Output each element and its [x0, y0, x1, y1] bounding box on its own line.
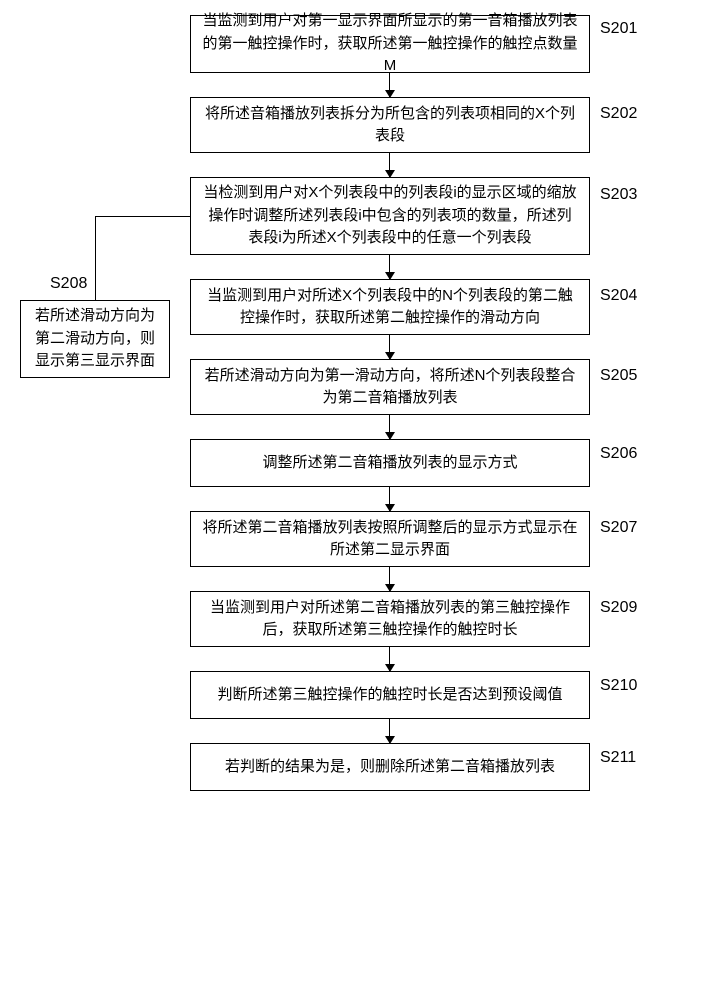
- step-label-s211: S211: [600, 749, 636, 767]
- step-label-s201: S201: [600, 20, 637, 38]
- step-s209: 当监测到用户对所述第二音箱播放列表的第三触控操作后，获取所述第三触控操作的触控时…: [190, 591, 590, 647]
- step-s206: 调整所述第二音箱播放列表的显示方式: [190, 439, 590, 487]
- arrow: [389, 487, 390, 511]
- step-s208: 若所述滑动方向为第二滑动方向，则显示第三显示界面: [20, 300, 170, 378]
- arrow: [389, 647, 390, 671]
- step-label-s205: S205: [600, 367, 637, 385]
- step-label-s206: S206: [600, 445, 637, 463]
- arrow: [389, 153, 390, 177]
- arrow: [389, 567, 390, 591]
- connector: [95, 216, 190, 217]
- arrow: [389, 335, 390, 359]
- step-s207: 将所述第二音箱播放列表按照所调整后的显示方式显示在所述第二显示界面: [190, 511, 590, 567]
- step-text: 若所述滑动方向为第一滑动方向，将所述N个列表段整合为第二音箱播放列表: [201, 365, 579, 410]
- flowchart-container: 当监测到用户对第一显示界面所显示的第一音箱播放列表的第一触控操作时，获取所述第一…: [0, 0, 716, 1000]
- arrow: [389, 415, 390, 439]
- arrow: [389, 719, 390, 743]
- step-text: 当检测到用户对X个列表段中的列表段i的显示区域的缩放操作时调整所述列表段i中包含…: [201, 182, 579, 250]
- step-label-s209: S209: [600, 599, 637, 617]
- step-s204: 当监测到用户对所述X个列表段中的N个列表段的第二触控操作时，获取所述第二触控操作…: [190, 279, 590, 335]
- step-s205: 若所述滑动方向为第一滑动方向，将所述N个列表段整合为第二音箱播放列表: [190, 359, 590, 415]
- step-text: 若所述滑动方向为第二滑动方向，则显示第三显示界面: [31, 305, 159, 373]
- step-label-s202: S202: [600, 105, 637, 123]
- step-s211: 若判断的结果为是，则删除所述第二音箱播放列表: [190, 743, 590, 791]
- step-label-s210: S210: [600, 677, 637, 695]
- step-s210: 判断所述第三触控操作的触控时长是否达到预设阈值: [190, 671, 590, 719]
- arrow: [389, 255, 390, 279]
- step-text: 将所述第二音箱播放列表按照所调整后的显示方式显示在所述第二显示界面: [201, 517, 579, 562]
- step-s202: 将所述音箱播放列表拆分为所包含的列表项相同的X个列表段: [190, 97, 590, 153]
- step-text: 当监测到用户对所述第二音箱播放列表的第三触控操作后，获取所述第三触控操作的触控时…: [201, 597, 579, 642]
- step-label-s208: S208: [50, 275, 87, 293]
- step-label-s203: S203: [600, 186, 637, 204]
- step-label-s204: S204: [600, 287, 637, 305]
- step-text: 将所述音箱播放列表拆分为所包含的列表项相同的X个列表段: [201, 103, 579, 148]
- step-text: 当监测到用户对所述X个列表段中的N个列表段的第二触控操作时，获取所述第二触控操作…: [201, 285, 579, 330]
- step-text: 若判断的结果为是，则删除所述第二音箱播放列表: [225, 756, 555, 779]
- step-s201: 当监测到用户对第一显示界面所显示的第一音箱播放列表的第一触控操作时，获取所述第一…: [190, 15, 590, 73]
- step-s203: 当检测到用户对X个列表段中的列表段i的显示区域的缩放操作时调整所述列表段i中包含…: [190, 177, 590, 255]
- arrow: [389, 73, 390, 97]
- step-text: 调整所述第二音箱播放列表的显示方式: [262, 452, 517, 475]
- step-text: 当监测到用户对第一显示界面所显示的第一音箱播放列表的第一触控操作时，获取所述第一…: [201, 10, 579, 78]
- step-text: 判断所述第三触控操作的触控时长是否达到预设阈值: [217, 684, 562, 707]
- step-label-s207: S207: [600, 519, 637, 537]
- connector: [95, 216, 96, 300]
